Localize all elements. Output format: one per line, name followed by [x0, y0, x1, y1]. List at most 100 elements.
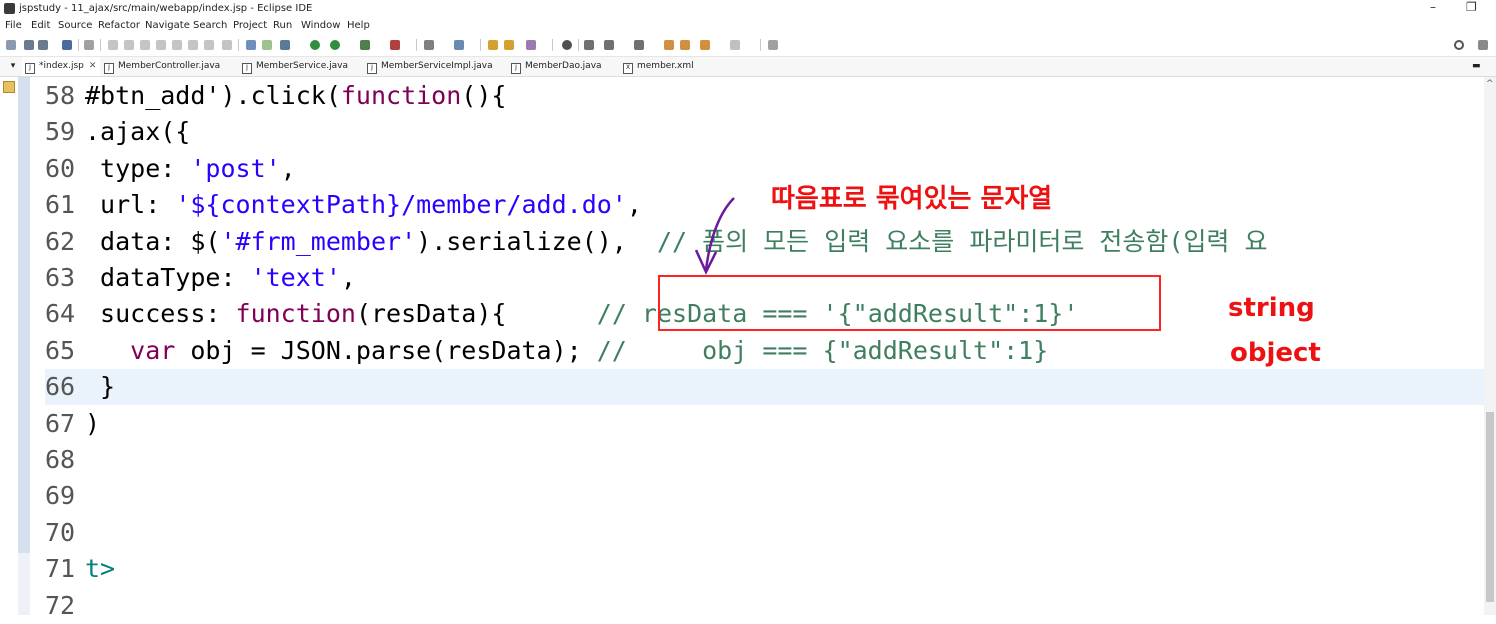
terminal-icon[interactable]: [62, 40, 72, 50]
code-line[interactable]: 58 #btn_add').click(function(){: [45, 78, 1485, 114]
title-bar: jspstudy - 11_ajax/src/main/webapp/index…: [0, 0, 1496, 18]
search-task-icon[interactable]: [526, 40, 536, 50]
annotation-object: object: [1230, 338, 1321, 368]
terminate-icon[interactable]: [140, 40, 150, 50]
save-all-icon[interactable]: [38, 40, 48, 50]
menu-search[interactable]: Search: [193, 20, 227, 31]
tab-memberservice[interactable]: J MemberService.java: [242, 57, 348, 76]
save-icon[interactable]: [24, 40, 34, 50]
scroll-thumb[interactable]: [1486, 412, 1494, 602]
restore-button[interactable]: ❐: [1466, 0, 1477, 14]
code-token: dataType:: [85, 263, 251, 292]
code-token: '#frm_member': [220, 226, 417, 256]
forward-icon[interactable]: [730, 40, 740, 50]
outline-icon[interactable]: [246, 40, 256, 50]
editor-tab-bar: ▾ J *index.jsp ✕ J MemberController.java JM…: [0, 57, 1496, 77]
code-line[interactable]: 60 type: 'post',: [45, 151, 1485, 187]
suspend-icon[interactable]: [124, 40, 134, 50]
menu-refactor[interactable]: Refactor: [98, 20, 140, 31]
code-token: ,: [340, 263, 356, 292]
menu-edit[interactable]: Edit: [31, 20, 50, 31]
back-icon[interactable]: [680, 40, 690, 50]
code-token: success:: [85, 299, 236, 329]
web-browser-icon[interactable]: [562, 40, 572, 50]
menu-help[interactable]: Help: [347, 20, 370, 31]
menu-window[interactable]: Window: [301, 20, 340, 31]
tab-label: *index.jsp: [39, 61, 84, 71]
drop-to-frame-icon[interactable]: [222, 40, 232, 50]
vertical-scrollbar[interactable]: ^: [1484, 77, 1496, 615]
tab-membercontroller[interactable]: J MemberController.java: [104, 57, 220, 76]
tab-label: MemberController.java: [118, 61, 221, 71]
line-number: 69: [45, 481, 76, 511]
last-edit-icon[interactable]: [664, 40, 674, 50]
next-annotation-icon[interactable]: [604, 40, 614, 50]
step-into-icon[interactable]: [172, 40, 182, 50]
tab-memberserviceimpl[interactable]: J MemberServiceImpl.java: [367, 57, 493, 76]
open-type-icon[interactable]: [262, 40, 272, 50]
server-icon[interactable]: [280, 40, 290, 50]
line-number: 70: [45, 517, 76, 547]
run-icon[interactable]: [330, 40, 340, 50]
view-menu-icon[interactable]: ▾: [5, 57, 21, 76]
line-number: 62: [45, 226, 76, 256]
code-line[interactable]: 68: [45, 442, 1485, 478]
line-number: 63: [45, 263, 76, 292]
open-task-icon[interactable]: [504, 40, 514, 50]
toolbar-separator: [78, 39, 79, 51]
code-line[interactable]: 67): [45, 406, 1485, 442]
tab-index-jsp[interactable]: J *index.jsp ✕: [22, 57, 100, 76]
new-class-icon[interactable]: [454, 40, 464, 50]
step-over-icon[interactable]: [188, 40, 198, 50]
code-token: ,: [280, 153, 296, 183]
code-line[interactable]: 61 url: '${contextPath}/member/add.do',: [45, 187, 1485, 223]
scroll-up-icon[interactable]: ^: [1486, 79, 1494, 89]
minimize-editor-icon[interactable]: ▬: [1472, 57, 1481, 76]
external-tools-icon[interactable]: [390, 40, 400, 50]
debug-run-icon[interactable]: [310, 40, 320, 50]
search-icon[interactable]: [1454, 40, 1464, 50]
code-line[interactable]: 72: [45, 588, 1485, 624]
vertical-ruler: [18, 77, 30, 553]
line-number: 67: [45, 408, 76, 438]
highlight-box: [658, 275, 1161, 331]
minimize-button[interactable]: –: [1430, 0, 1436, 14]
package-explorer-icon[interactable]: [3, 81, 15, 93]
disconnect-icon[interactable]: [156, 40, 166, 50]
menu-navigate[interactable]: Navigate: [145, 20, 190, 31]
toolbar-separator: [552, 39, 553, 51]
code-token: 'text': [250, 263, 341, 292]
menu-source[interactable]: Source: [58, 20, 92, 31]
previous-annotation-icon[interactable]: [634, 40, 644, 50]
annotation-string: string: [1228, 293, 1315, 323]
tab-member-xml[interactable]: Xmember.xml: [623, 57, 694, 76]
code-line[interactable]: 69: [45, 478, 1485, 514]
menu-file[interactable]: File: [5, 20, 22, 31]
resume-icon[interactable]: [108, 40, 118, 50]
code-line[interactable]: 59 .ajax({: [45, 114, 1485, 150]
toolbar-separator: [760, 39, 761, 51]
open-folder-icon[interactable]: [488, 40, 498, 50]
toggle-mark-icon[interactable]: [584, 40, 594, 50]
step-return-icon[interactable]: [204, 40, 214, 50]
skip-breakpoints-icon[interactable]: [84, 40, 94, 50]
toolbar-separator: [416, 39, 417, 51]
new-icon[interactable]: [6, 40, 16, 50]
menu-project[interactable]: Project: [233, 20, 267, 31]
code-line[interactable]: 70: [45, 515, 1485, 551]
close-icon[interactable]: ✕: [89, 61, 97, 71]
tab-memberdao[interactable]: J MemberDao.java: [511, 57, 602, 76]
code-line[interactable]: 62 data: $('#frm_member').serialize(), /…: [45, 224, 1485, 260]
code-token: .ajax({: [85, 117, 191, 147]
menu-run[interactable]: Run: [273, 20, 292, 31]
code-line[interactable]: 71 t>: [45, 551, 1485, 587]
back-dropdown-icon[interactable]: [700, 40, 710, 50]
code-token: (resData){: [355, 299, 597, 329]
pin-editor-icon[interactable]: [768, 40, 778, 50]
new-java-project-icon[interactable]: [424, 40, 434, 50]
code-line[interactable]: 66 }: [45, 369, 1485, 406]
code-token: #btn_add').click(: [85, 81, 341, 110]
coverage-icon[interactable]: [360, 40, 370, 50]
perspective-icon[interactable]: [1478, 40, 1488, 50]
java-file-icon: J: [511, 63, 521, 74]
